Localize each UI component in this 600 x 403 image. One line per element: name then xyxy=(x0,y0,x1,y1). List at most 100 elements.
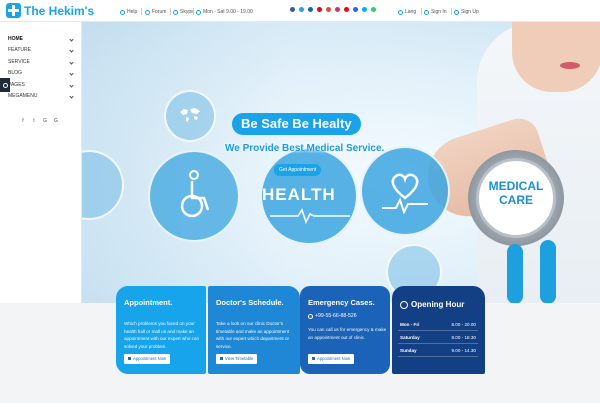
sidebar: HOME FEATURE SERVICE BLOG PAGES MEGAMENU xyxy=(0,22,82,303)
time-cell: 9.00 - 14.30 xyxy=(451,347,476,353)
google-plus-icon[interactable] xyxy=(326,7,331,12)
facebook-icon[interactable]: f xyxy=(20,118,26,124)
day-cell: Mon - Fri xyxy=(400,321,420,327)
medical-cross-icon xyxy=(6,3,21,18)
hours-label: Mon - Sat 9.00 - 19.00 xyxy=(203,9,253,15)
sidebar-item-home[interactable]: HOME xyxy=(0,34,82,45)
google-icon[interactable]: G xyxy=(53,118,59,124)
chevron-down-icon xyxy=(69,82,74,88)
day-cell: Saturday xyxy=(400,334,420,340)
chat-icon xyxy=(145,9,150,15)
chevron-down-icon xyxy=(69,60,74,65)
table-row: Mon - Fri 8.00 - 20.00 xyxy=(398,318,478,331)
forum-label: Forum xyxy=(152,9,167,15)
sidebar-item-feature[interactable]: FEATURE xyxy=(0,45,82,56)
sidebar-menu: HOME FEATURE SERVICE BLOG PAGES MEGAMENU xyxy=(0,34,82,102)
top-bar: The Hekim's Help Forum Skype Mon - Sat 9… xyxy=(0,0,600,22)
appointment-now-button[interactable]: Appointment Now xyxy=(124,354,171,364)
get-appointment-button[interactable]: Get Appointment xyxy=(274,164,322,176)
card-title: Appointment. xyxy=(124,298,173,307)
clock-icon xyxy=(400,300,408,309)
forum-link[interactable]: Forum xyxy=(145,7,166,17)
logo[interactable]: The Hekim's xyxy=(6,3,94,18)
sidebar-item-label: HOME xyxy=(8,36,23,42)
doctor-face xyxy=(512,22,600,92)
twitter-icon[interactable] xyxy=(299,7,304,12)
view-timetable-button[interactable]: View Timetable xyxy=(216,354,258,364)
youtube-icon[interactable] xyxy=(344,7,349,12)
opening-hour-title: Opening Hour xyxy=(400,300,464,309)
facebook-icon[interactable] xyxy=(290,7,295,12)
skype-icon[interactable] xyxy=(362,7,367,12)
lock-icon xyxy=(454,9,459,15)
page: The Hekim's Help Forum Skype Mon - Sat 9… xyxy=(0,0,600,403)
time-cell: 8.00 - 18.30 xyxy=(451,334,476,340)
sidebar-item-label: BLOG xyxy=(8,70,22,77)
skype-link[interactable]: Skype xyxy=(173,7,194,17)
skype-icon xyxy=(173,9,178,15)
chevron-down-icon xyxy=(69,94,74,99)
day-cell: Sunday xyxy=(400,347,417,353)
table-row: Sunday 9.00 - 14.30 xyxy=(398,344,478,357)
sidebar-item-blog[interactable]: BLOG xyxy=(0,68,82,79)
twitter-icon[interactable]: t xyxy=(31,118,37,124)
chevron-down-icon xyxy=(69,71,74,76)
divider xyxy=(141,8,142,15)
world-map-icon xyxy=(180,108,200,122)
wheelchair-icon xyxy=(180,170,210,218)
emergency-phone[interactable]: +99-55-66-88-526 xyxy=(308,313,357,319)
opening-hours-info: Mon - Sat 9.00 - 19.00 xyxy=(196,7,253,17)
settings-toggle[interactable] xyxy=(0,78,10,92)
medical-care-line2: CARE xyxy=(498,193,533,207)
skype-label: Skype xyxy=(180,9,194,15)
sidebar-item-megamenu[interactable]: MEGAMENU xyxy=(0,91,82,102)
instagram-icon[interactable] xyxy=(335,7,340,12)
chevron-down-icon xyxy=(69,48,74,54)
signin-label: Sign In xyxy=(431,9,447,15)
google-icon[interactable]: G xyxy=(42,118,48,124)
sidebar-item-service[interactable]: SERVICE xyxy=(0,57,82,68)
card-title: Emergency Cases. xyxy=(308,298,375,307)
hero-banner: Be Safe Be Healty We Provide Best Medica… xyxy=(82,22,600,303)
doctor-lips xyxy=(560,62,580,69)
question-icon xyxy=(120,9,125,15)
user-icon xyxy=(424,9,429,15)
doctors-schedule-card: Doctor's Schedule. Take a look on our cl… xyxy=(208,286,300,374)
pinterest-icon[interactable] xyxy=(317,7,322,12)
brand-name: The Hekim's xyxy=(24,3,95,18)
behance-icon[interactable] xyxy=(353,7,358,12)
social-links xyxy=(290,7,376,12)
opening-hour-table: Mon - Fri 8.00 - 20.00 Saturday 8.00 - 1… xyxy=(398,318,478,357)
appointment-now-button[interactable]: Appointment Now xyxy=(308,354,355,364)
sign-up-link[interactable]: Sign Up xyxy=(454,7,479,17)
divider xyxy=(170,8,171,15)
gear-icon xyxy=(2,82,8,88)
sign-in-link[interactable]: Sign In xyxy=(424,7,447,17)
help-link[interactable]: Help xyxy=(120,7,137,17)
medical-care-label: MEDICAL CARE xyxy=(476,179,556,207)
ecg-line-icon xyxy=(270,208,350,224)
linkedin-icon[interactable] xyxy=(308,7,313,12)
sidebar-item-label: PAGES xyxy=(8,81,25,88)
stethoscope-tube xyxy=(507,244,523,303)
whatsapp-icon[interactable] xyxy=(371,7,376,12)
sidebar-item-label: FEATURE xyxy=(8,47,31,54)
lang-label: Lang xyxy=(405,9,417,15)
heart-pulse-icon xyxy=(382,173,428,214)
language-selector[interactable]: Lang xyxy=(398,7,416,17)
stethoscope-tube xyxy=(540,240,556,303)
card-text: Which problems you faced on your health … xyxy=(124,321,200,349)
phone-icon xyxy=(308,313,313,319)
phone-number: +99-55-66-88-526 xyxy=(315,313,357,319)
opening-hour-label: Opening Hour xyxy=(411,300,465,309)
health-label: HEALTH xyxy=(262,185,336,204)
table-row: Saturday 8.00 - 18.30 xyxy=(398,331,478,344)
clock-icon xyxy=(196,9,201,15)
sidebar-item-label: SERVICE xyxy=(8,58,30,65)
appointment-card: Appointment. Which problems you faced on… xyxy=(116,286,206,374)
signup-label: Sign Up xyxy=(461,9,479,15)
sidebar-item-pages[interactable]: PAGES xyxy=(0,80,82,91)
time-cell: 8.00 - 20.00 xyxy=(451,321,476,327)
divider xyxy=(193,8,194,15)
card-text: Take a look on our clinic Doctor's timet… xyxy=(216,321,290,349)
